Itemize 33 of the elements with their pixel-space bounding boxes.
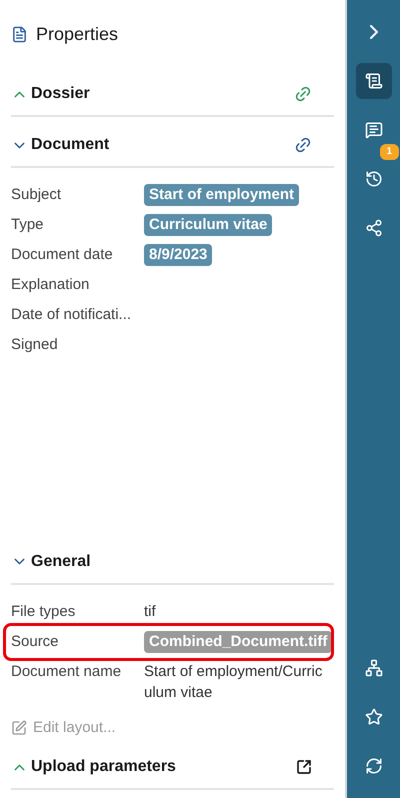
value-tag: 8/9/2023	[144, 244, 212, 266]
comment-icon	[364, 121, 382, 139]
field-label: Document date	[11, 245, 114, 265]
value-text: tif	[144, 602, 156, 622]
history-icon	[364, 170, 382, 188]
notification-badge: 1	[380, 144, 400, 160]
field-label: Source	[11, 632, 60, 652]
panel-title: Properties	[36, 22, 118, 46]
field-label: Signed	[11, 335, 59, 355]
field-label: File types	[11, 602, 76, 622]
refresh-icon	[364, 757, 382, 775]
field-label: Subject	[11, 185, 62, 205]
section-header[interactable]: Upload parameters	[11, 755, 176, 779]
share-icon	[364, 219, 382, 237]
field-label: Date of notificati...	[11, 305, 132, 325]
section-header[interactable]: General	[11, 550, 91, 574]
value-text: Start of employment/Curriculum vitae	[144, 662, 324, 702]
value-tag: Combined_Document.tiff	[144, 630, 332, 652]
chevron-right-icon	[370, 25, 378, 39]
field-label: Type	[11, 215, 45, 235]
document-icon	[364, 72, 382, 90]
field-label: Document name	[11, 662, 122, 682]
value-tag: Curriculum vitae	[144, 214, 272, 236]
properties-icon	[11, 26, 28, 42]
external-link-icon[interactable]	[296, 759, 312, 775]
hierarchy-icon	[364, 659, 382, 677]
star-icon	[364, 708, 382, 726]
rail-button[interactable]	[356, 63, 392, 99]
value-tag: Start of employment	[144, 184, 300, 206]
field-label: Explanation	[11, 275, 90, 295]
section-header[interactable]: Dossier	[11, 82, 90, 106]
edit-icon	[11, 720, 27, 736]
section-header[interactable]: Document	[11, 133, 110, 157]
